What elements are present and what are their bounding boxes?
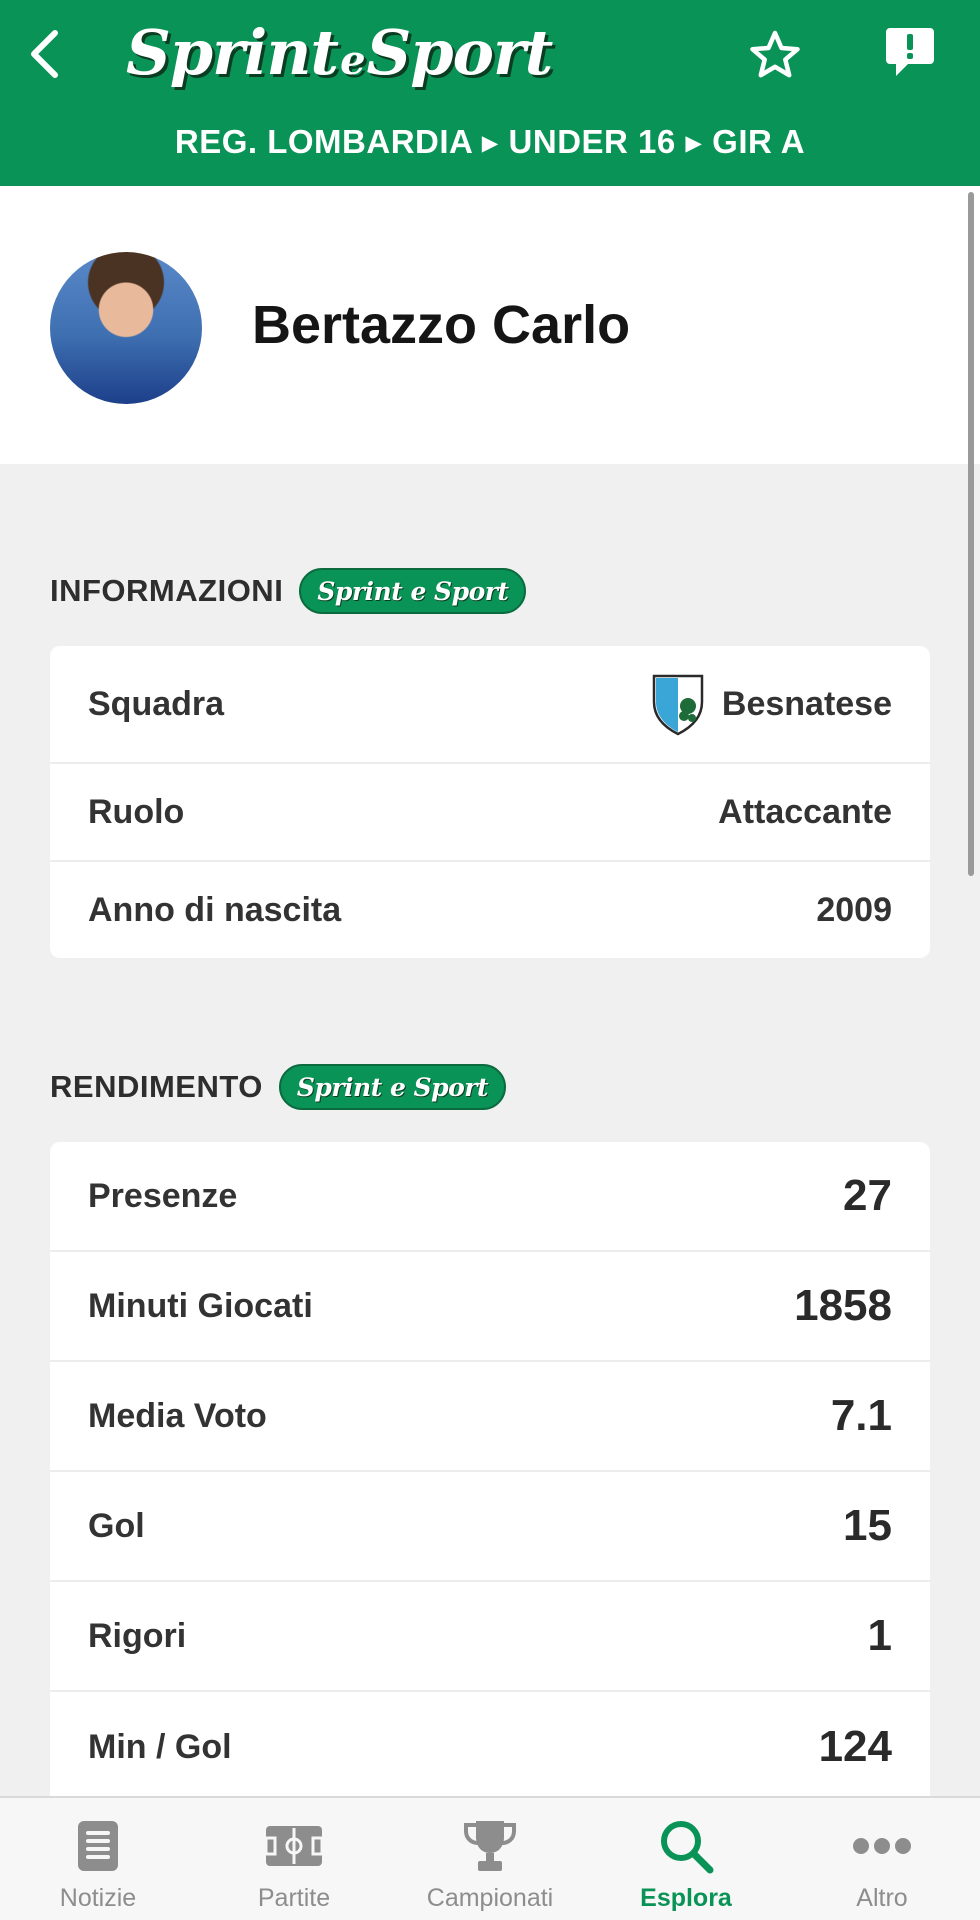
chevron-left-icon — [31, 30, 58, 78]
stat-value: 1858 — [794, 1281, 892, 1330]
tab-label: Esplora — [640, 1884, 732, 1912]
report-message-icon — [886, 28, 934, 76]
performance-title: RENDIMENTO — [50, 1069, 263, 1104]
tab-esplora[interactable]: Esplora — [588, 1798, 784, 1920]
info-row-birth-year: Anno di nascita 2009 — [50, 862, 930, 958]
back-button[interactable] — [14, 22, 74, 86]
tab-label: Altro — [856, 1884, 908, 1912]
scrollbar[interactable] — [968, 192, 974, 876]
stat-label: Minuti Giocati — [88, 1286, 313, 1325]
player-profile: Bertazzo Carlo — [0, 186, 980, 464]
app-header: SprinteSport REG. LOMBARDIA ▸ UNDER 16 ▸… — [0, 0, 980, 186]
info-label: Squadra — [88, 684, 225, 723]
info-section-title: INFORMAZIONI Sprint e Sport — [50, 566, 527, 616]
stat-row: Minuti Giocati 1858 — [50, 1252, 930, 1362]
stat-row: Gol 15 — [50, 1472, 930, 1582]
stat-value: 7.1 — [830, 1391, 892, 1440]
info-value: 2009 — [816, 890, 892, 929]
info-label: Ruolo — [88, 792, 185, 831]
trophy-icon — [464, 1821, 516, 1871]
info-title: INFORMAZIONI — [50, 573, 284, 608]
tab-campionati[interactable]: Campionati — [392, 1798, 588, 1920]
stat-row: Min / Gol 124 — [50, 1692, 930, 1802]
stat-value: 15 — [843, 1501, 892, 1550]
news-icon — [78, 1821, 118, 1871]
favorite-button[interactable] — [744, 24, 806, 86]
player-name: Bertazzo Carlo — [252, 295, 631, 355]
stat-value: 27 — [843, 1171, 892, 1220]
sprint-e-sport-badge: Sprint e Sport — [299, 568, 527, 614]
stat-label: Media Voto — [88, 1396, 267, 1435]
bottom-tab-bar: Notizie Partite Campionati Esplora Altro — [0, 1796, 980, 1920]
star-icon — [750, 30, 800, 78]
info-row-role: Ruolo Attaccante — [50, 764, 930, 862]
stat-value: 1 — [867, 1611, 892, 1660]
tab-notizie[interactable]: Notizie — [0, 1798, 196, 1920]
stat-row: Rigori 1 — [50, 1582, 930, 1692]
avatar — [50, 252, 202, 404]
more-icon — [853, 1838, 911, 1854]
tab-altro[interactable]: Altro — [784, 1798, 980, 1920]
stat-value: 124 — [818, 1722, 892, 1771]
pitch-icon — [264, 1826, 324, 1866]
info-row-team[interactable]: Squadra Besnatese — [50, 646, 930, 764]
tab-label: Campionati — [426, 1884, 554, 1912]
breadcrumb[interactable]: REG. LOMBARDIA ▸ UNDER 16 ▸ GIR A — [0, 122, 980, 174]
sprint-e-sport-logo: SprinteSport — [126, 15, 553, 89]
performance-section-title: RENDIMENTO Sprint e Sport — [50, 1062, 506, 1112]
stat-row: Presenze 27 — [50, 1142, 930, 1252]
stat-label: Gol — [88, 1506, 145, 1545]
team-crest-icon — [650, 672, 706, 736]
stat-label: Rigori — [88, 1616, 187, 1655]
search-icon — [661, 1821, 714, 1874]
stat-row: Media Voto 7.1 — [50, 1362, 930, 1472]
stat-label: Min / Gol — [88, 1727, 232, 1766]
info-label: Anno di nascita — [88, 890, 342, 929]
info-value: Besnatese — [721, 684, 892, 723]
sprint-e-sport-badge: Sprint e Sport — [278, 1064, 506, 1110]
info-card: Squadra Besnatese Ruolo Attaccante Anno … — [50, 646, 930, 958]
tab-partite[interactable]: Partite — [196, 1798, 392, 1920]
tab-label: Partite — [257, 1884, 331, 1912]
report-button[interactable] — [878, 20, 942, 84]
performance-card: Presenze 27 Minuti Giocati 1858 Media Vo… — [50, 1142, 930, 1822]
info-value: Attaccante — [718, 792, 892, 831]
stat-label: Presenze — [88, 1176, 238, 1215]
tab-label: Notizie — [59, 1884, 137, 1912]
